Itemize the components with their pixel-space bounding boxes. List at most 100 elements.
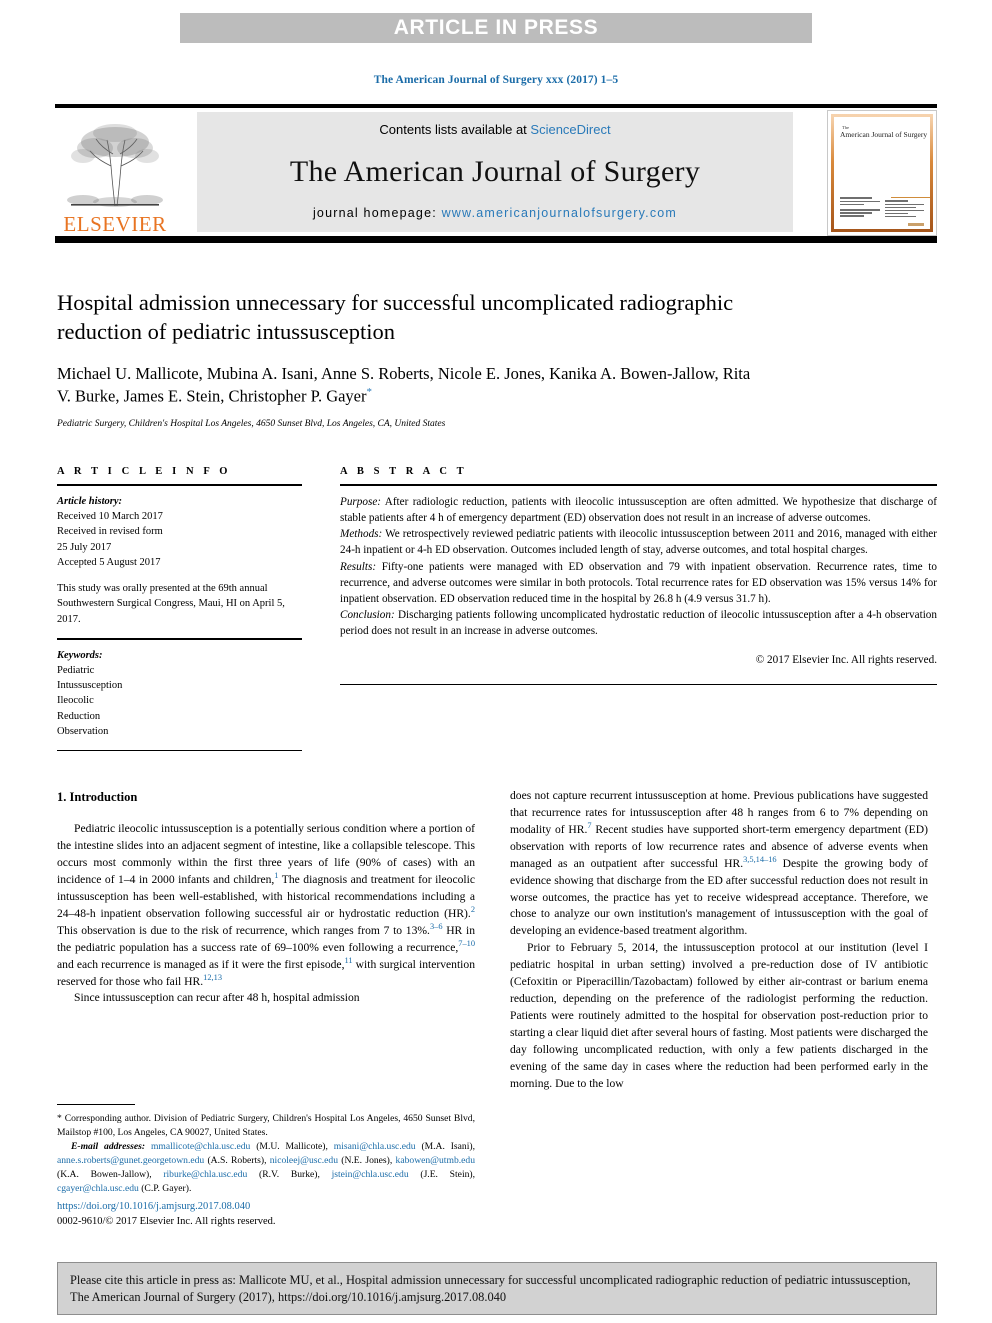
reference-marker-12-13[interactable]: 12,13 xyxy=(203,973,222,982)
article-history-label: Article history: xyxy=(57,496,123,507)
journal-article-page: ARTICLE IN PRESS The American Journal of… xyxy=(0,0,992,1323)
presentation-note: This study was orally presented at the 6… xyxy=(57,583,285,625)
abstract-label-results: Results: xyxy=(340,560,377,573)
email-addresses-note: E-mail addresses: mmallicote@chla.usc.ed… xyxy=(57,1141,476,1194)
keywords-top-rule xyxy=(57,637,302,640)
history-line-2: 25 July 2017 xyxy=(57,541,112,553)
intro-paragraph-4: Prior to February 5, 2014, the intussusc… xyxy=(510,941,928,1090)
body-column-left: 1. Introduction Pediatric ileocolic intu… xyxy=(57,788,475,1007)
email-owner-burke: (R.V. Burke) xyxy=(259,1169,318,1180)
email-link-stein[interactable]: jstein@chla.usc.edu xyxy=(332,1169,409,1180)
journal-cover-frame: The American Journal of Surgery xyxy=(831,114,933,232)
keyword-1: Intussusception xyxy=(57,680,123,692)
masthead-top-rule xyxy=(55,104,937,108)
abstract-section-methods: Methods: We retrospectively reviewed ped… xyxy=(340,526,937,558)
abstract-label-conclusion: Conclusion: xyxy=(340,608,395,621)
abstract-heading: A B S T R A C T xyxy=(340,466,468,477)
reference-marker-2[interactable]: 2 xyxy=(471,905,475,914)
intro-paragraph-1: Pediatric ileocolic intussusception is a… xyxy=(57,821,475,990)
email-addresses-label: E-mail addresses: xyxy=(71,1141,146,1152)
email-owner-jones: (N.E. Jones) xyxy=(341,1155,390,1166)
cover-column-right xyxy=(884,197,930,219)
contents-prefix: Contents lists available at xyxy=(379,122,531,137)
abstract-copyright: © 2017 Elsevier Inc. All rights reserved… xyxy=(755,654,937,667)
abstract-label-methods: Methods: xyxy=(340,528,383,541)
email-link-jones[interactable]: nicoleej@usc.edu xyxy=(270,1155,338,1166)
corresponding-author-marker[interactable]: * xyxy=(367,386,373,398)
journal-homepage-link[interactable]: www.americanjournalofsurgery.com xyxy=(442,206,677,220)
intro-p1-seg4: and each recurrence is managed as if it … xyxy=(57,957,345,971)
doi-block: https://doi.org/10.1016/j.amjsurg.2017.0… xyxy=(57,1200,487,1230)
footnote-block: * Corresponding author. Division of Pedi… xyxy=(57,1104,475,1196)
article-in-press-label: ARTICLE IN PRESS xyxy=(393,16,599,39)
body-column-right: does not capture recurrent intussuscepti… xyxy=(510,788,928,1093)
masthead-center-panel: Contents lists available at ScienceDirec… xyxy=(197,112,793,232)
masthead-bottom-rule xyxy=(55,236,937,243)
reference-marker-7-10[interactable]: 7–10 xyxy=(458,939,475,948)
email-link-gayer[interactable]: cgayer@chla.usc.edu xyxy=(57,1183,139,1194)
keyword-2: Ileocolic xyxy=(57,695,94,707)
email-owner-isani: (M.A. Isani) xyxy=(421,1141,473,1152)
issn-copyright-line: 0002-9610/© 2017 Elsevier Inc. All right… xyxy=(57,1215,276,1227)
elsevier-tree-icon xyxy=(63,120,167,212)
abstract-column: A B S T R A C T Purpose: After radiologi… xyxy=(340,466,937,686)
sciencedirect-link[interactable]: ScienceDirect xyxy=(530,122,610,137)
elsevier-logo: ELSEVIER xyxy=(55,111,175,235)
intro-p1-seg2: This observation is due to the risk of r… xyxy=(57,923,430,937)
abstract-label-purpose: Purpose: xyxy=(340,496,382,508)
author-list: Michael U. Mallicote, Mubina A. Isani, A… xyxy=(57,363,757,409)
contents-list-line: Contents lists available at ScienceDirec… xyxy=(379,122,610,137)
abstract-bottom-rule xyxy=(340,684,937,686)
abstract-rule xyxy=(340,484,937,486)
keyword-4: Observation xyxy=(57,725,109,737)
keywords-bottom-rule xyxy=(57,750,302,752)
abstract-text-results: Fifty-one patients were managed with ED … xyxy=(340,560,937,605)
journal-title: The American Journal of Surgery xyxy=(289,154,701,188)
homepage-prefix: journal homepage: xyxy=(312,206,442,220)
intro-paragraph-3: does not capture recurrent intussuscepti… xyxy=(510,788,928,940)
elsevier-wordmark: ELSEVIER xyxy=(63,212,167,236)
author-names: Michael U. Mallicote, Mubina A. Isani, A… xyxy=(57,363,751,406)
footnote-rule xyxy=(57,1104,135,1105)
reference-marker-3-6[interactable]: 3–6 xyxy=(430,922,443,931)
cover-text-placeholder-lines xyxy=(840,197,930,219)
citation-notice-text: Please cite this article in press as: Ma… xyxy=(70,1273,911,1304)
history-line-1: Received in revised form xyxy=(57,526,163,538)
article-info-heading: A R T I C L E I N F O xyxy=(57,466,232,477)
page-title: Hospital admission unnecessary for succe… xyxy=(57,290,734,345)
email-owner-gayer: (C.P. Gayer) xyxy=(141,1183,189,1194)
intro-paragraph-2: Since intussusception can recur after 48… xyxy=(74,991,360,1005)
keywords-label: Keywords: xyxy=(57,649,103,661)
abstract-text-methods: We retrospectively reviewed pediatric pa… xyxy=(340,528,937,557)
section-heading-introduction: 1. Introduction xyxy=(57,790,138,804)
keyword-0: Pediatric xyxy=(57,664,95,676)
email-owner-bowen-jallow: (K.A. Bowen-Jallow) xyxy=(57,1169,150,1180)
abstract-section-conclusion: Conclusion: Discharging patients followi… xyxy=(340,607,937,639)
corresponding-author-note: * Corresponding author. Division of Pedi… xyxy=(57,1113,475,1138)
author-affiliation: Pediatric Surgery, Children's Hospital L… xyxy=(57,418,446,429)
running-head: The American Journal of Surgery xxx (201… xyxy=(373,74,619,86)
article-history: Article history: Received 10 March 2017 … xyxy=(57,494,302,627)
abstract-text-conclusion: Discharging patients following uncomplic… xyxy=(340,608,937,637)
abstract-section-results: Results: Fifty-one patients were managed… xyxy=(340,559,937,607)
title-block: Hospital admission unnecessary for succe… xyxy=(57,288,757,429)
keyword-3: Reduction xyxy=(57,710,101,722)
cover-footer-mark xyxy=(908,223,924,226)
abstract-section-purpose: Purpose: After radiologic reduction, pat… xyxy=(340,494,937,526)
cover-column-left xyxy=(840,197,880,219)
reference-marker-11[interactable]: 11 xyxy=(344,956,352,965)
email-owner-stein: (J.E. Stein) xyxy=(420,1169,473,1180)
email-link-isani[interactable]: misani@chla.usc.edu xyxy=(334,1141,416,1152)
keywords-block: Keywords: Pediatric Intussusception Ileo… xyxy=(57,648,302,739)
cover-title-main: American Journal of Surgery xyxy=(840,130,928,139)
email-link-mallicote[interactable]: mmallicote@chla.usc.edu xyxy=(151,1141,250,1152)
reference-marker-3-5-14-16[interactable]: 3,5,14–16 xyxy=(743,855,777,864)
journal-cover-thumbnail: The American Journal of Surgery xyxy=(827,110,937,236)
article-info-rule xyxy=(57,484,302,486)
citation-notice-box: Please cite this article in press as: Ma… xyxy=(57,1262,937,1316)
doi-link[interactable]: https://doi.org/10.1016/j.amjsurg.2017.0… xyxy=(57,1200,487,1215)
email-link-burke[interactable]: riburke@chla.usc.edu xyxy=(163,1169,247,1180)
email-link-roberts[interactable]: anne.s.roberts@gunet.georgetown.edu xyxy=(57,1155,204,1166)
history-line-0: Received 10 March 2017 xyxy=(57,511,163,523)
email-link-bowen-jallow[interactable]: kabowen@utmb.edu xyxy=(396,1155,475,1166)
